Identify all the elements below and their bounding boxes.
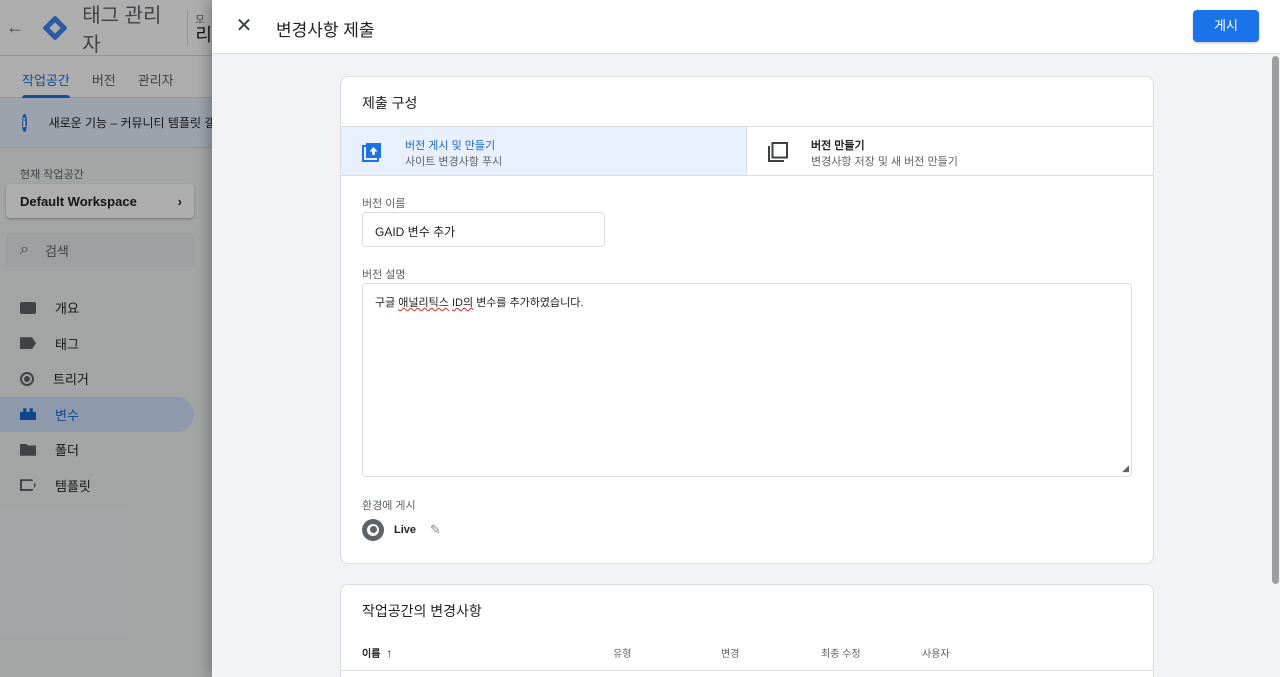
column-header-last-edited[interactable]: 최종 수정 [821,645,861,660]
spellcheck-word: 애널리틱스 [398,297,449,309]
publish-upload-icon [362,143,381,162]
scrollbar[interactable] [1272,56,1279,584]
dialog-header: ✕ 변경사항 제출 게시 [212,0,1280,54]
publish-environment-label: 환경에 게시 [362,500,416,512]
card-title: 작업공간의 변경사항 [362,603,482,619]
submission-options: 버전 게시 및 만들기 사이트 변경사항 푸시 버전 만들기 변경사항 저장 및… [341,126,1153,176]
version-name-label: 버전 이름 [362,198,406,210]
environment-row: Live ✎ [362,519,441,541]
environment-name: Live [394,524,417,536]
edit-pencil-icon[interactable]: ✎ [430,522,441,538]
option-subtitle: 변경사항 저장 및 새 버전 만들기 [811,156,958,168]
option-title: 버전 만들기 [811,140,865,152]
sort-arrow-up-icon: ↑ [386,646,393,660]
option-publish-and-create-version[interactable]: 버전 게시 및 만들기 사이트 변경사항 푸시 [341,127,747,175]
description-text: 구글 [375,297,399,309]
column-label: 이름 [362,649,381,660]
version-description-label: 버전 설명 [362,269,406,281]
submission-config-card: 제출 구성 버전 게시 및 만들기 사이트 변경사항 푸시 버전 만들기 변경사… [340,76,1154,564]
version-name-input[interactable]: GAID 변수 추가 [362,212,605,247]
resize-handle-icon[interactable]: ◢ [1122,463,1129,474]
option-create-version[interactable]: 버전 만들기 변경사항 저장 및 새 버전 만들기 [747,127,1153,175]
column-header-change[interactable]: 변경 [721,645,739,660]
option-subtitle: 사이트 변경사항 푸시 [405,156,503,168]
changes-table-header: 이름 ↑ 유형 변경 최종 수정 사용자 [341,643,1153,671]
description-text: 변수를 추가하였습니다. [473,297,584,309]
column-header-name[interactable]: 이름 ↑ [362,645,392,660]
submit-changes-dialog: ✕ 변경사항 제출 게시 제출 구성 버전 게시 및 만들기 사이트 변경사항 … [212,0,1280,677]
column-header-type[interactable]: 유형 [613,645,631,660]
environment-icon [362,519,384,541]
workspace-changes-card: 작업공간의 변경사항 이름 ↑ 유형 변경 최종 수정 사용자 [340,584,1154,677]
copy-version-icon [768,142,788,162]
publish-button[interactable]: 게시 [1193,10,1259,42]
card-title: 제출 구성 [362,95,418,111]
version-description-textarea[interactable]: 구글 애널리틱스 ID의 변수를 추가하였습니다. ◢ [362,283,1132,477]
close-icon[interactable]: ✕ [232,14,256,38]
spellcheck-word: ID의 [451,297,474,309]
option-title: 버전 게시 및 만들기 [405,140,496,152]
dialog-title: 변경사항 제출 [276,21,375,40]
column-header-user[interactable]: 사용자 [922,645,950,660]
